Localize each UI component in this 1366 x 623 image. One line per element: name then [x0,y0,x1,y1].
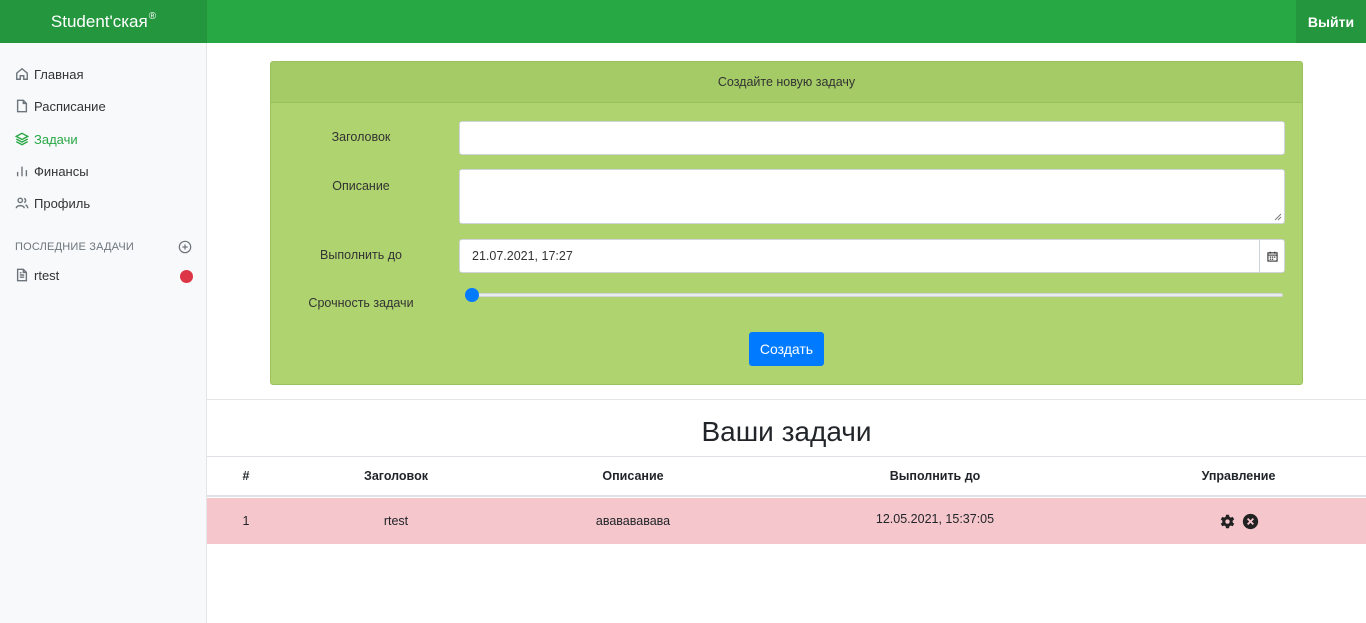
calendar-button[interactable] [1259,240,1284,272]
sidebar-item-label: Главная [34,66,84,82]
description-label: Описание [332,179,390,193]
recent-task-item[interactable]: rtest [15,265,59,285]
sidebar: Главная Расписание Задачи Финансы Профил… [0,43,207,623]
brand-logo[interactable]: Student'ская ® [0,0,207,43]
col-description: Описание [602,469,664,483]
col-number: # [242,469,250,483]
title-input[interactable] [459,121,1285,155]
recent-tasks-heading: ПОСЛЕДНИЕ ЗАДАЧИ [15,241,135,253]
title-label: Заголовок [331,130,391,144]
gear-icon[interactable] [1219,513,1236,530]
due-date-value: 21.07.2021, 17:27 [472,249,573,263]
layers-icon [15,132,29,146]
col-title: Заголовок [364,469,428,483]
calendar-icon [1266,251,1278,262]
cell-title: rtest [383,514,409,528]
cell-number: 1 [242,514,250,528]
section-divider [207,399,1366,400]
tasks-title: Ваши задачи [701,416,872,447]
sidebar-item-label: Профиль [34,195,91,211]
add-task-icon[interactable] [178,240,192,254]
bar-chart-icon [16,166,28,177]
home-icon [16,67,28,80]
table-row: 1 rtest ававававава 12.05.2021, 15:37:05 [207,498,1366,544]
brand-name: Student'ская [50,11,148,31]
cell-actions [1111,498,1366,544]
description-textarea[interactable] [459,169,1285,224]
top-navbar: Student'ская ® Выйти [0,0,1366,43]
col-actions: Управление [1201,469,1276,483]
sidebar-item-profile[interactable]: Профиль [15,193,90,213]
resize-grip-icon[interactable] [1274,213,1282,221]
due-date-input[interactable]: 21.07.2021, 17:27 [459,239,1285,273]
sidebar-item-home[interactable]: Главная [15,64,83,84]
urgency-slider[interactable] [465,288,1283,302]
sidebar-item-label: Финансы [34,163,89,179]
due-date-label: Выполнить до [320,248,402,262]
sidebar-item-schedule[interactable]: Расписание [15,96,106,116]
file-text-icon [16,268,28,282]
sidebar-item-label: Расписание [34,98,106,114]
sidebar-item-label: Задачи [34,131,78,147]
tasks-table-header: # Заголовок Описание Выполнить до Управл… [207,456,1366,497]
registered-mark: ® [148,11,157,22]
slider-thumb[interactable] [465,288,479,302]
sidebar-item-tasks[interactable]: Задачи [15,129,78,149]
cell-description: ававававава [595,514,671,528]
create-button[interactable]: Создать [749,332,824,366]
cell-due: 12.05.2021, 15:37:05 [875,512,995,526]
recent-task-label: rtest [34,267,60,283]
create-task-card: Создайте новую задачу Заголовок Описание… [270,61,1303,385]
delete-icon[interactable] [1242,513,1259,530]
card-header: Создайте новую задачу [271,62,1302,103]
urgency-label: Срочность задачи [308,296,414,310]
task-status-dot [180,270,193,283]
file-icon [16,99,28,113]
col-due: Выполнить до [889,469,981,483]
logout-button[interactable]: Выйти [1296,0,1366,43]
sidebar-item-finance[interactable]: Финансы [15,161,89,181]
users-icon [15,197,29,209]
